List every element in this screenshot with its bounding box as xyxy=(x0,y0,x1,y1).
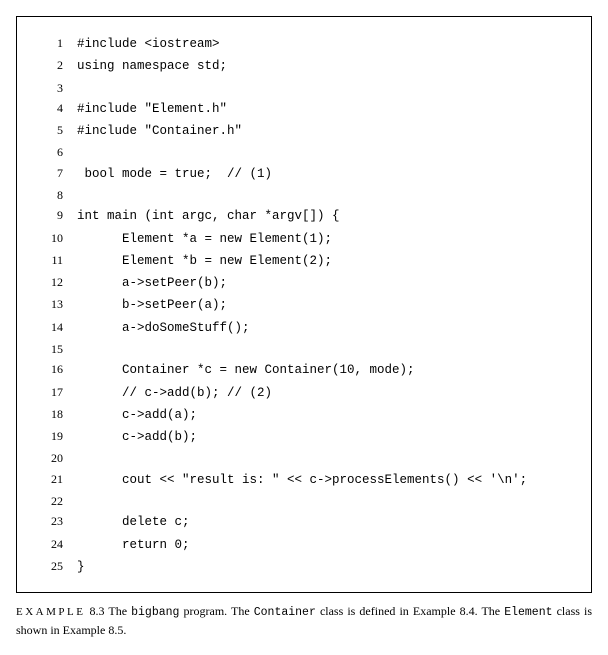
code-line: 2using namespace std; xyxy=(35,55,573,77)
code-text: Element *a = new Element(1); xyxy=(77,229,332,250)
code-line: 5#include "Container.h" xyxy=(35,120,573,142)
code-text: #include "Element.h" xyxy=(77,99,227,120)
line-number: 23 xyxy=(35,511,77,531)
code-text: using namespace std; xyxy=(77,56,227,77)
code-line: 19 c->add(b); xyxy=(35,426,573,448)
code-line: 20 xyxy=(35,448,573,468)
line-number: 22 xyxy=(35,491,77,511)
code-line: 11 Element *b = new Element(2); xyxy=(35,250,573,272)
code-text: } xyxy=(77,557,85,578)
code-line: 1#include <iostream> xyxy=(35,33,573,55)
line-number: 1 xyxy=(35,33,77,53)
line-number: 16 xyxy=(35,359,77,379)
code-text: a->setPeer(b); xyxy=(77,273,227,294)
code-line: 9int main (int argc, char *argv[]) { xyxy=(35,205,573,227)
code-text: cout << "result is: " << c->processEleme… xyxy=(77,470,527,491)
code-line: 17 // c->add(b); // (2) xyxy=(35,382,573,404)
code-text: #include <iostream> xyxy=(77,34,220,55)
code-line: 22 xyxy=(35,491,573,511)
caption-text-1: The xyxy=(108,604,131,618)
code-text: bool mode = true; // (1) xyxy=(77,164,272,185)
code-text: Container *c = new Container(10, mode); xyxy=(77,360,415,381)
line-number: 14 xyxy=(35,317,77,337)
line-number: 12 xyxy=(35,272,77,292)
code-line: 12 a->setPeer(b); xyxy=(35,272,573,294)
code-line: 23 delete c; xyxy=(35,511,573,533)
line-number: 13 xyxy=(35,294,77,314)
code-text: Element *b = new Element(2); xyxy=(77,251,332,272)
line-number: 17 xyxy=(35,382,77,402)
line-number: 11 xyxy=(35,250,77,270)
line-number: 24 xyxy=(35,534,77,554)
line-number: 3 xyxy=(35,78,77,98)
code-line: 6 xyxy=(35,142,573,162)
code-line: 24 return 0; xyxy=(35,534,573,556)
code-line: 15 xyxy=(35,339,573,359)
line-number: 8 xyxy=(35,185,77,205)
line-number: 7 xyxy=(35,163,77,183)
caption-class-container: Container xyxy=(254,606,316,619)
code-text: b->setPeer(a); xyxy=(77,295,227,316)
line-number: 15 xyxy=(35,339,77,359)
code-text: c->add(b); xyxy=(77,427,197,448)
code-line: 13 b->setPeer(a); xyxy=(35,294,573,316)
code-line: 8 xyxy=(35,185,573,205)
line-number: 2 xyxy=(35,55,77,75)
code-line: 14 a->doSomeStuff(); xyxy=(35,317,573,339)
code-text: // c->add(b); // (2) xyxy=(77,383,272,404)
line-number: 6 xyxy=(35,142,77,162)
line-number: 25 xyxy=(35,556,77,576)
code-line: 3 xyxy=(35,78,573,98)
line-number: 21 xyxy=(35,469,77,489)
code-text: int main (int argc, char *argv[]) { xyxy=(77,206,340,227)
line-number: 18 xyxy=(35,404,77,424)
code-text: a->doSomeStuff(); xyxy=(77,318,250,339)
line-number: 9 xyxy=(35,205,77,225)
code-text: c->add(a); xyxy=(77,405,197,426)
line-number: 19 xyxy=(35,426,77,446)
code-line: 25} xyxy=(35,556,573,578)
line-number: 5 xyxy=(35,120,77,140)
code-line: 4#include "Element.h" xyxy=(35,98,573,120)
caption-text-3: class is defined in Example 8.4. The xyxy=(316,604,504,618)
caption-text-2: program. The xyxy=(179,604,253,618)
code-line: 7 bool mode = true; // (1) xyxy=(35,163,573,185)
code-line: 21 cout << "result is: " << c->processEl… xyxy=(35,469,573,491)
line-number: 20 xyxy=(35,448,77,468)
caption-class-element: Element xyxy=(504,606,552,619)
code-text: delete c; xyxy=(77,512,190,533)
code-text: return 0; xyxy=(77,535,190,556)
code-line: 18 c->add(a); xyxy=(35,404,573,426)
caption-program-name: bigbang xyxy=(131,606,179,619)
figure-caption: EXAMPLE 8.3 The bigbang program. The Con… xyxy=(16,603,592,639)
caption-lead: EXAMPLE xyxy=(16,606,85,618)
caption-num-value: 8.3 xyxy=(90,604,105,618)
code-line: 16 Container *c = new Container(10, mode… xyxy=(35,359,573,381)
code-text: #include "Container.h" xyxy=(77,121,242,142)
code-line: 10 Element *a = new Element(1); xyxy=(35,228,573,250)
line-number: 10 xyxy=(35,228,77,248)
code-listing-box: 1#include <iostream>2using namespace std… xyxy=(16,16,592,593)
line-number: 4 xyxy=(35,98,77,118)
